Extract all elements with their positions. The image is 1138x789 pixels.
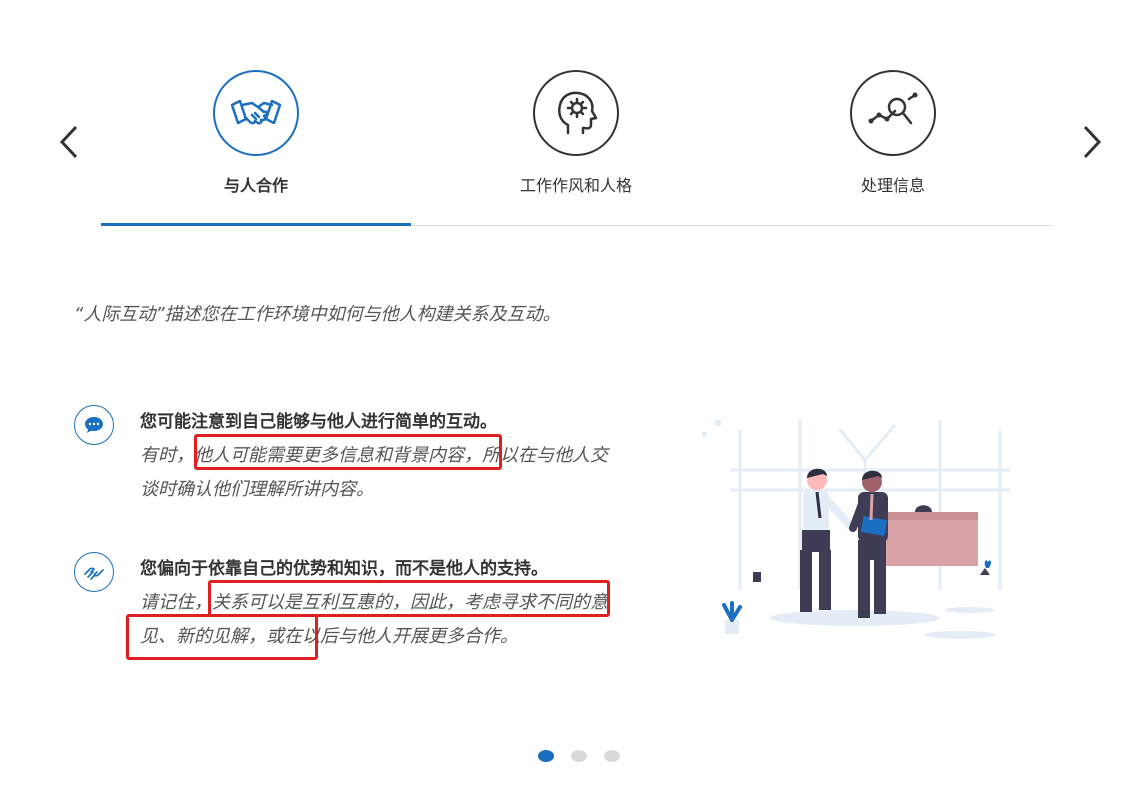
insight-title: 您可能注意到自己能够与他人进行简单的互动。 <box>140 412 497 432</box>
category-tabs: 与人合作 工作作风和人格 处理信息 <box>101 60 1053 226</box>
next-arrow-button[interactable] <box>1077 120 1107 164</box>
highlight-box <box>208 580 610 617</box>
highlight-box <box>194 434 502 470</box>
magnifier-chart-icon <box>850 70 936 156</box>
tab-working-with-others[interactable]: 与人合作 <box>101 60 411 226</box>
tab-processing-information[interactable]: 处理信息 <box>738 60 1048 225</box>
chevron-left-icon <box>59 125 78 159</box>
tab-label: 处理信息 <box>860 176 925 195</box>
active-tab-indicator <box>101 223 411 226</box>
tab-label: 工作作风和人格 <box>519 176 632 195</box>
speech-bubble-icon <box>74 405 114 445</box>
pagination-dot[interactable] <box>571 750 587 762</box>
pagination-dot[interactable] <box>538 750 554 762</box>
insight-title: 您偏向于依靠自己的优势和知识，而不是他人的支持。 <box>140 559 548 579</box>
pagination-dots <box>538 750 620 762</box>
highlight-box <box>126 614 318 660</box>
previous-arrow-button[interactable] <box>54 120 84 164</box>
tab-label: 与人合作 <box>223 176 288 195</box>
tab-work-style-personality[interactable]: 工作作风和人格 <box>421 60 731 225</box>
hands-icon <box>74 552 114 592</box>
pagination-dot[interactable] <box>604 750 620 762</box>
handshake-illustration <box>690 400 1020 650</box>
head-gear-icon <box>533 70 619 156</box>
section-description: “人际互动”描述您在工作环境中如何与他人构建关系及互动。 <box>74 304 561 325</box>
handshake-icon <box>213 70 299 156</box>
chevron-right-icon <box>1083 125 1102 159</box>
